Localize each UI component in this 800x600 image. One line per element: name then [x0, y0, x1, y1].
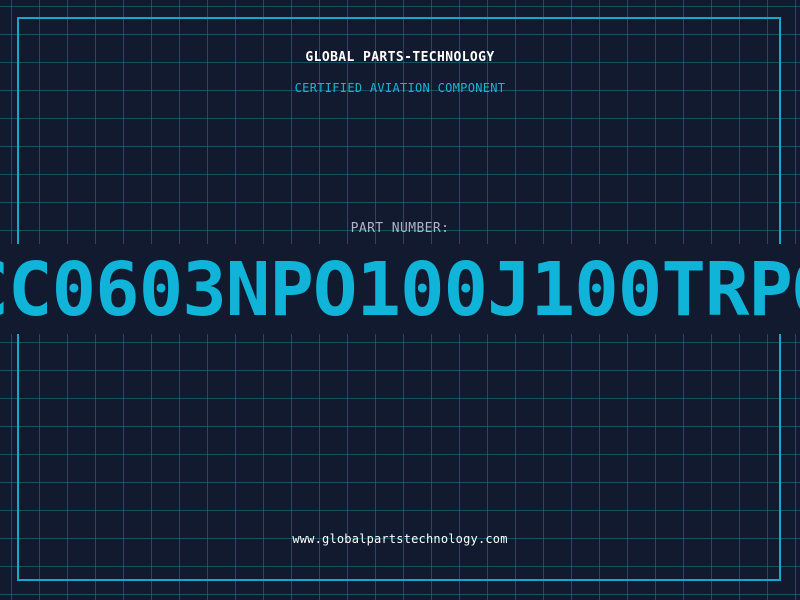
certification-tagline: CERTIFIED AVIATION COMPONENT — [294, 81, 506, 95]
website-url: www.globalpartstechnology.com — [292, 532, 508, 546]
part-number-text: CC0603NPO100J100TRPO — [0, 247, 800, 333]
part-number-value: CC0603NPO100J100TRPO — [0, 250, 800, 330]
part-number-band: CC0603NPO100J100TRPO — [0, 244, 800, 334]
company-name: GLOBAL PARTS-TECHNOLOGY — [305, 50, 495, 65]
part-number-label: PART NUMBER: — [350, 221, 450, 236]
